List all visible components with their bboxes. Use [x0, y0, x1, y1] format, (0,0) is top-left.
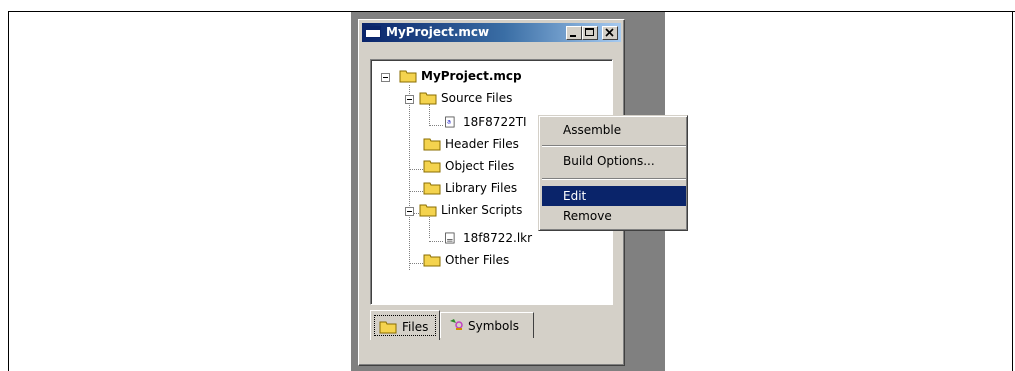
symbols-icon	[450, 319, 463, 330]
view-tabs: Files Symbols	[370, 310, 611, 342]
tab-symbols[interactable]: Symbols	[440, 312, 534, 338]
tab-symbols-label: Symbols	[468, 319, 519, 333]
tree-line	[429, 125, 443, 126]
svg-text:a: a	[447, 119, 451, 126]
folder-icon	[419, 92, 437, 105]
tree-line	[409, 169, 423, 170]
tree-line	[429, 241, 443, 242]
menu-separator	[542, 178, 686, 180]
menu-item-assemble[interactable]: Assemble	[542, 120, 686, 140]
text-file-icon	[445, 232, 455, 244]
folder-icon	[419, 204, 437, 217]
figure-border-right	[1012, 11, 1013, 371]
maximize-icon	[585, 28, 594, 36]
folder-icon	[423, 160, 441, 173]
tree-root-label: MyProject.mcp	[421, 69, 522, 83]
window-icon	[365, 26, 381, 38]
minimize-button[interactable]	[566, 26, 582, 40]
tree-item-label: Object Files	[445, 159, 515, 173]
folder-icon	[423, 138, 441, 151]
menu-item-edit[interactable]: Edit	[542, 186, 686, 206]
tree-item-label: 18f8722.lkr	[463, 231, 533, 245]
tree-line	[429, 104, 430, 124]
tree-item-label: Source Files	[441, 91, 513, 105]
minimize-icon	[570, 35, 576, 37]
menu-item-label: Remove	[563, 209, 612, 223]
tree-line	[409, 85, 410, 270]
menu-item-build-options[interactable]: Build Options...	[542, 151, 686, 171]
close-icon	[605, 28, 614, 37]
menu-item-label: Build Options...	[563, 154, 655, 168]
tree-item-label: Library Files	[445, 181, 518, 195]
collapse-toggle-source-files[interactable]	[405, 95, 414, 104]
tree-item-label: Linker Scripts	[441, 203, 523, 217]
menu-separator	[542, 145, 686, 147]
folder-icon	[423, 254, 441, 267]
collapse-toggle-linker-scripts[interactable]	[405, 207, 414, 216]
window-title: MyProject.mcw	[386, 25, 490, 39]
title-bar[interactable]: MyProject.mcw	[362, 23, 621, 42]
maximize-button[interactable]	[582, 26, 598, 40]
context-menu: Assemble Build Options... Edit Remove	[538, 115, 688, 231]
tree-item-label: Header Files	[445, 137, 519, 151]
tree-line	[409, 263, 423, 264]
collapse-toggle-root[interactable]	[381, 73, 390, 82]
folder-icon	[399, 70, 417, 83]
tree-line	[409, 191, 423, 192]
folder-icon	[423, 182, 441, 195]
tree-line	[429, 214, 430, 238]
figure-border-left	[8, 11, 9, 371]
folder-icon	[379, 321, 397, 334]
tab-files-label: Files	[402, 320, 429, 334]
tree-item-label: Other Files	[445, 253, 510, 267]
tab-files[interactable]: Files	[370, 310, 440, 340]
menu-item-remove[interactable]: Remove	[542, 206, 686, 226]
asm-file-icon: a	[445, 116, 455, 128]
menu-item-label: Edit	[563, 189, 587, 203]
close-button[interactable]	[602, 26, 618, 40]
tree-item-label: 18F8722TI	[463, 115, 527, 129]
menu-item-label: Assemble	[563, 123, 622, 137]
